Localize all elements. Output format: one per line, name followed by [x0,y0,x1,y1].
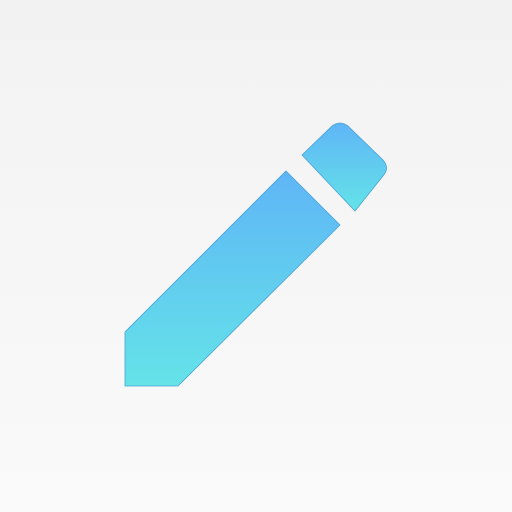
pencil-icon [124,122,387,387]
pencil-eraser-cap [301,122,387,212]
app-icon-canvas [0,0,512,512]
pencil-body [124,170,341,387]
